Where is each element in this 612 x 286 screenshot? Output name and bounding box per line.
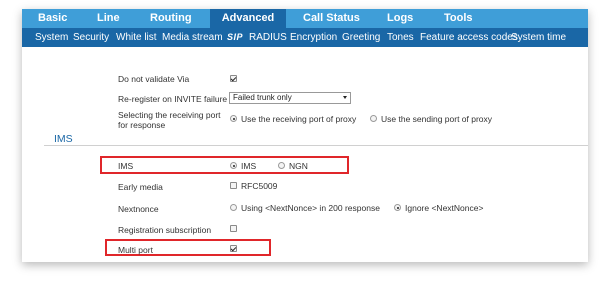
ims-label: IMS xyxy=(118,161,134,171)
tab-routing[interactable]: Routing xyxy=(150,9,192,28)
subtab-system[interactable]: System xyxy=(35,28,68,47)
section-divider xyxy=(44,145,588,146)
subtab-media-stream[interactable]: Media stream xyxy=(162,28,223,47)
ims-radio-ngn[interactable] xyxy=(278,162,285,169)
early-media-option-label: RFC5009 xyxy=(241,181,278,191)
tab-tools[interactable]: Tools xyxy=(444,9,473,28)
reregister-select-value: Failed trunk only xyxy=(233,93,292,102)
ims-highlight-box xyxy=(100,156,349,174)
chevron-down-icon xyxy=(343,96,347,99)
subtab-radius[interactable]: RADIUS xyxy=(249,28,287,47)
subtab-white-list[interactable]: White list xyxy=(116,28,157,47)
nextnonce-radio-using[interactable] xyxy=(230,204,237,211)
top-nav: Basic Line Routing Advanced Call Status … xyxy=(22,9,588,28)
subtab-sip[interactable]: SIP xyxy=(227,28,243,47)
nextnonce-option1-label: Using <NextNonce> in 200 response xyxy=(241,203,380,213)
do-not-validate-via-label: Do not validate Via xyxy=(118,74,190,84)
ims-option1-label: IMS xyxy=(241,161,257,171)
ims-radio-ims[interactable] xyxy=(230,162,237,169)
nextnonce-option2-label: Ignore <NextNonce> xyxy=(405,203,484,213)
receiving-port-label: Selecting the receiving port xyxy=(118,110,221,120)
receiving-port-option2-label: Use the sending port of proxy xyxy=(381,114,493,124)
registration-subscription-label: Registration subscription xyxy=(118,225,212,235)
receiving-port-radio-proxy-sending[interactable] xyxy=(370,115,377,122)
subtab-security[interactable]: Security xyxy=(73,28,109,47)
registration-subscription-checkbox[interactable] xyxy=(230,225,237,232)
reregister-label: Re-register on INVITE failure xyxy=(118,94,228,104)
subtab-system-time[interactable]: System time xyxy=(511,28,566,47)
do-not-validate-via-checkbox[interactable] xyxy=(230,75,237,82)
sub-nav: System Security White list Media stream … xyxy=(22,28,588,47)
nextnonce-radio-ignore[interactable] xyxy=(394,204,401,211)
subtab-tones[interactable]: Tones xyxy=(387,28,414,47)
tab-advanced[interactable]: Advanced xyxy=(210,9,286,28)
receiving-port-radio-proxy-receiving[interactable] xyxy=(230,115,237,122)
settings-panel: Do not validate Via Re-register on INVIT… xyxy=(22,47,588,262)
reregister-select[interactable]: Failed trunk only xyxy=(229,92,351,104)
ims-section-title: IMS xyxy=(54,133,73,145)
nextnonce-label: Nextnonce xyxy=(118,204,159,214)
subtab-greeting[interactable]: Greeting xyxy=(342,28,380,47)
multi-port-label: Multi port xyxy=(118,245,153,255)
subtab-encryption[interactable]: Encryption xyxy=(290,28,337,47)
tab-logs[interactable]: Logs xyxy=(387,9,413,28)
early-media-checkbox[interactable] xyxy=(230,182,237,189)
tab-line[interactable]: Line xyxy=(97,9,120,28)
receiving-port-option1-label: Use the receiving port of proxy xyxy=(241,114,357,124)
subtab-feature-access-codes[interactable]: Feature access codes xyxy=(420,28,518,47)
ims-option2-label: NGN xyxy=(289,161,308,171)
app-window: Basic Line Routing Advanced Call Status … xyxy=(22,9,588,262)
tab-call-status[interactable]: Call Status xyxy=(303,9,360,28)
receiving-port-label-line2: for response xyxy=(118,120,166,130)
early-media-label: Early media xyxy=(118,182,163,192)
multi-port-checkbox[interactable] xyxy=(230,245,237,252)
tab-basic[interactable]: Basic xyxy=(38,9,67,28)
